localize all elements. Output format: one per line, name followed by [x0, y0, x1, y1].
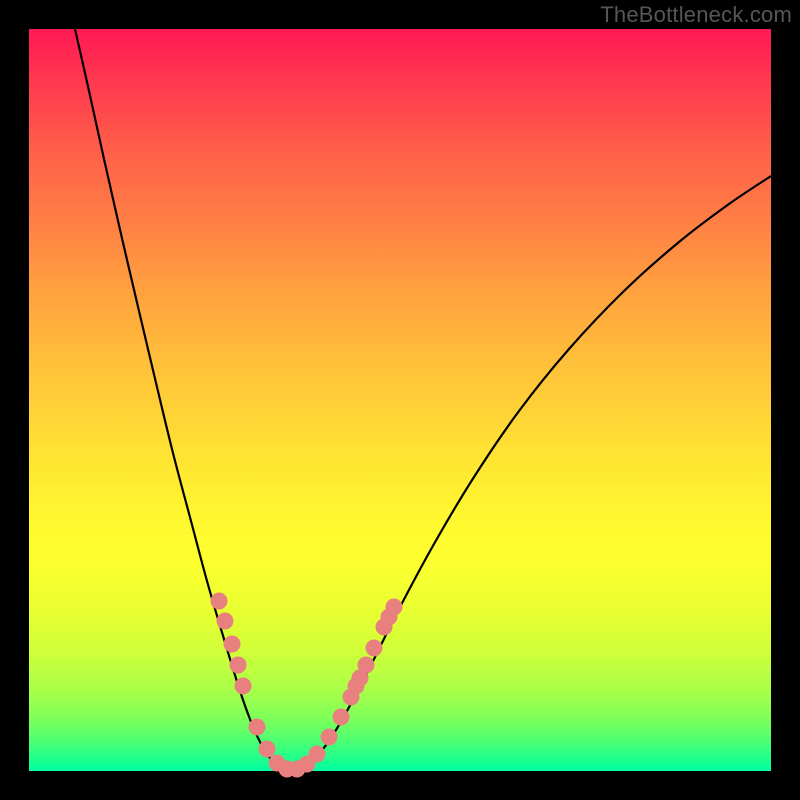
highlight-dots	[211, 593, 403, 778]
watermark-text: TheBottleneck.com	[600, 2, 792, 28]
highlight-dot	[259, 741, 276, 758]
highlight-dot	[366, 640, 383, 657]
highlight-dot	[249, 719, 266, 736]
highlight-dot	[230, 657, 247, 674]
highlight-dot	[309, 746, 326, 763]
chart-frame: TheBottleneck.com	[0, 0, 800, 800]
highlight-dot	[333, 709, 350, 726]
highlight-dot	[321, 729, 338, 746]
highlight-dot	[386, 599, 403, 616]
chart-svg	[29, 29, 771, 771]
left-curve	[75, 29, 289, 771]
highlight-dot	[358, 657, 375, 674]
highlight-dot	[211, 593, 228, 610]
highlight-dot	[235, 678, 252, 695]
highlight-dot	[224, 636, 241, 653]
highlight-dot	[217, 613, 234, 630]
chart-plot-area	[29, 29, 771, 771]
